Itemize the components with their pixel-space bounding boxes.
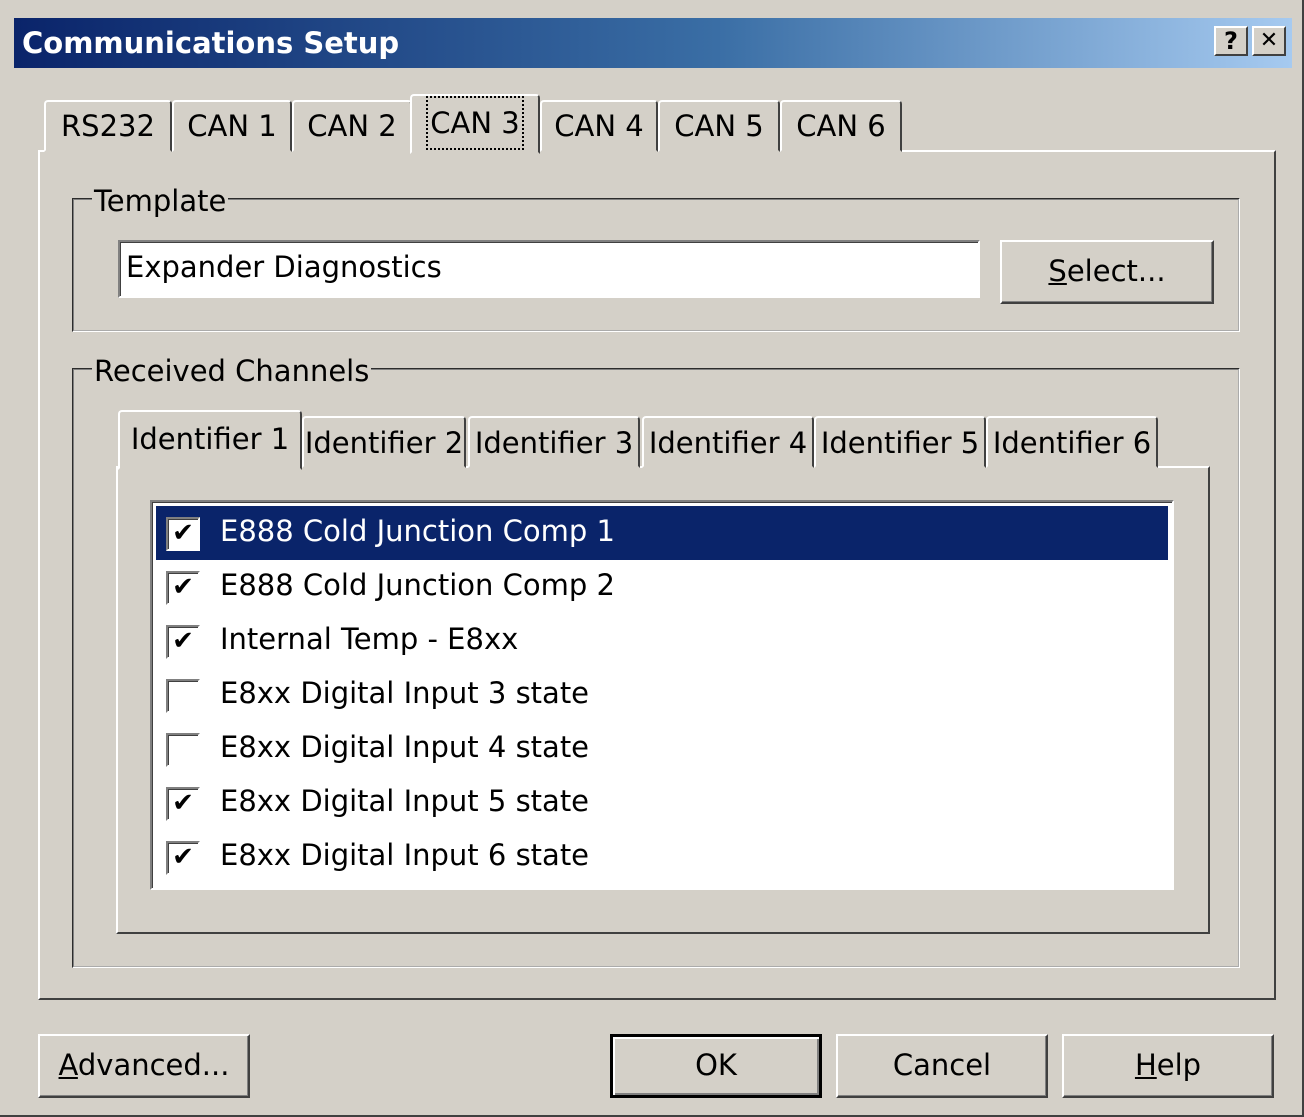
cancel-button[interactable]: Cancel — [836, 1034, 1048, 1098]
tab-can3[interactable]: CAN 3 — [410, 94, 540, 154]
checkbox[interactable] — [166, 733, 200, 767]
ok-button[interactable]: OK — [610, 1034, 822, 1098]
tab-label: Identifier 2 — [304, 426, 464, 460]
tab-can6[interactable]: CAN 6 — [780, 100, 902, 152]
list-item[interactable]: ✔ E888 Cold Junction Comp 1 — [156, 506, 1168, 560]
tab-label: Identifier 4 — [648, 426, 808, 460]
button-label: elp — [1156, 1048, 1202, 1082]
advanced-button[interactable]: Advanced... — [38, 1034, 250, 1098]
list-item[interactable]: ✔ E888 Cold Junction Comp 2 — [156, 560, 1168, 614]
checkbox[interactable]: ✔ — [166, 517, 200, 551]
button-label: dvanced... — [77, 1048, 230, 1082]
mnemonic: H — [1134, 1048, 1157, 1082]
tab-can5[interactable]: CAN 5 — [658, 100, 780, 152]
tab-label: CAN 1 — [187, 109, 277, 143]
close-icon[interactable]: ✕ — [1252, 26, 1286, 56]
select-template-button[interactable]: Select... — [1000, 240, 1214, 304]
list-item-label: Internal Temp - E8xx — [220, 622, 519, 656]
list-item[interactable]: E8xx Digital Input 3 state — [156, 668, 1168, 722]
tab-label: Identifier 6 — [992, 426, 1152, 460]
list-item[interactable]: E8xx Digital Input 4 state — [156, 722, 1168, 776]
tab-rs232[interactable]: RS232 — [44, 100, 172, 152]
list-item-label: E888 Cold Junction Comp 2 — [220, 568, 615, 602]
tab-label: CAN 3 — [426, 96, 524, 150]
tab-identifier-4[interactable]: Identifier 4 — [642, 416, 814, 468]
checkbox[interactable]: ✔ — [166, 787, 200, 821]
list-item-label: E8xx Digital Input 3 state — [220, 676, 590, 710]
checkbox[interactable]: ✔ — [166, 841, 200, 875]
tab-identifier-6[interactable]: Identifier 6 — [986, 416, 1158, 468]
template-name-field[interactable]: Expander Diagnostics — [118, 240, 980, 298]
tab-label: RS232 — [61, 109, 155, 143]
received-channels-label: Received Channels — [92, 354, 372, 388]
checkbox[interactable]: ✔ — [166, 625, 200, 659]
checkbox[interactable]: ✔ — [166, 571, 200, 605]
tab-identifier-3[interactable]: Identifier 3 — [468, 416, 640, 468]
tab-label: CAN 4 — [554, 109, 644, 143]
list-item-label: E8xx Digital Input 6 state — [220, 838, 590, 872]
list-item-label: E8xx Digital Input 5 state — [220, 784, 590, 818]
list-item-label: E8xx Digital Input 4 state — [220, 730, 590, 764]
window-title: Communications Setup — [22, 26, 400, 60]
checkbox[interactable] — [166, 679, 200, 713]
mnemonic: A — [58, 1048, 78, 1082]
button-label: elect... — [1066, 254, 1166, 288]
list-item[interactable]: ✔ E8xx Digital Input 6 state — [156, 830, 1168, 884]
tab-label: CAN 5 — [674, 109, 764, 143]
template-group-label: Template — [92, 184, 229, 218]
tab-label: CAN 2 — [307, 109, 397, 143]
list-item[interactable]: ✔ Internal Temp - E8xx — [156, 614, 1168, 668]
communications-setup-dialog: Communications Setup ? ✕ RS232 CAN 1 CAN… — [0, 0, 1304, 1117]
list-item[interactable]: ✔ E8xx Digital Input 5 state — [156, 776, 1168, 830]
tab-identifier-2[interactable]: Identifier 2 — [302, 416, 466, 468]
tab-identifier-1[interactable]: Identifier 1 — [118, 410, 302, 470]
tab-can2[interactable]: CAN 2 — [292, 100, 412, 152]
channel-list[interactable]: ✔ E888 Cold Junction Comp 1 ✔ E888 Cold … — [150, 500, 1174, 890]
tab-label: Identifier 5 — [820, 426, 980, 460]
mnemonic: S — [1048, 254, 1067, 288]
title-bar[interactable]: Communications Setup ? ✕ — [14, 18, 1292, 68]
tab-label: CAN 6 — [796, 109, 886, 143]
tab-can1[interactable]: CAN 1 — [172, 100, 292, 152]
tab-label: Identifier 3 — [474, 426, 634, 460]
tab-can4[interactable]: CAN 4 — [540, 100, 658, 152]
list-item-label: E888 Cold Junction Comp 1 — [220, 514, 615, 548]
tab-label: Identifier 1 — [130, 422, 290, 456]
tab-identifier-5[interactable]: Identifier 5 — [814, 416, 986, 468]
help-title-button[interactable]: ? — [1214, 26, 1248, 56]
help-button[interactable]: Help — [1062, 1034, 1274, 1098]
